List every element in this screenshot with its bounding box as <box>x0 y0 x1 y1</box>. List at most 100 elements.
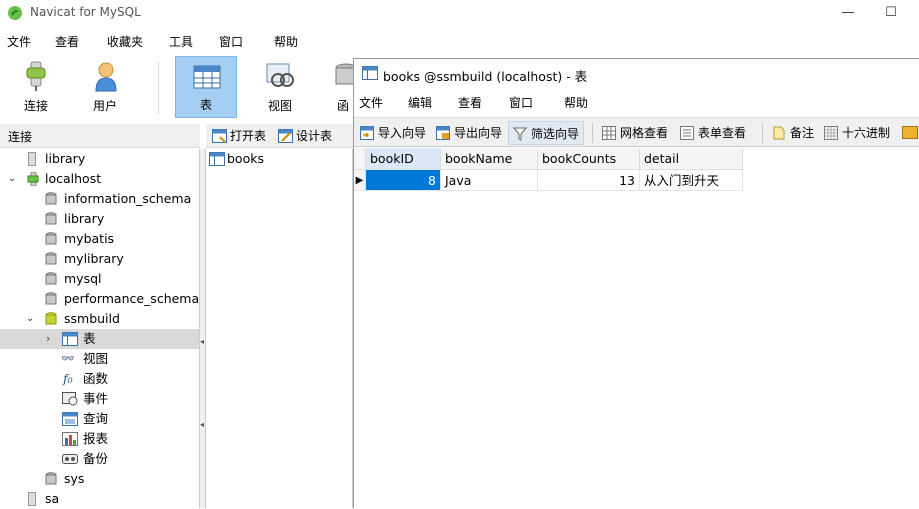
tree-item-label: sa <box>45 491 60 506</box>
table-button[interactable]: 表 <box>175 56 237 118</box>
object-toolbar: 打开表 设计表 <box>206 124 353 148</box>
design-table-label: 设计表 <box>296 129 333 143</box>
tree-item-views[interactable]: 👓 视图 <box>0 349 199 369</box>
menu-help[interactable]: 帮助 <box>274 33 298 50</box>
column-header-bookid[interactable]: bookID <box>366 148 441 170</box>
tree-item-db-information-schema[interactable]: information_schema <box>0 189 199 209</box>
menu-file[interactable]: 文件 <box>7 33 31 50</box>
table-icon <box>62 332 78 346</box>
connection-icon <box>28 152 36 166</box>
user-button[interactable]: 用户 <box>74 56 136 118</box>
view-button[interactable]: 视图 <box>249 56 311 118</box>
row-pointer-icon[interactable]: ▶ <box>354 170 366 191</box>
form-icon <box>680 126 694 140</box>
tree-item-library-connection[interactable]: library <box>0 149 199 169</box>
import-wizard-button[interactable]: 导入向导 <box>356 121 426 145</box>
tree-item-db-mybatis[interactable]: mybatis <box>0 229 199 249</box>
tree-item-events[interactable]: 事件 <box>0 389 199 409</box>
tree-item-db-library[interactable]: library <box>0 209 199 229</box>
cell-detail[interactable]: 从入门到升天 <box>640 170 743 191</box>
tree-item-label: 报表 <box>83 431 109 446</box>
export-wizard-label: 导出向导 <box>454 126 503 140</box>
database-open-icon <box>45 312 57 325</box>
object-item-books[interactable]: books <box>207 149 352 169</box>
tree-item-label: information_schema <box>64 191 192 206</box>
hex-button[interactable]: 十六进制 <box>820 121 890 145</box>
tree-item-sa-connection[interactable]: sa <box>0 489 199 509</box>
tree-item-queries[interactable]: 查询 <box>0 409 199 429</box>
menu-view[interactable]: 查看 <box>55 33 79 50</box>
tree-item-db-ssmbuild[interactable]: ⌄ ssmbuild <box>0 309 199 329</box>
app-title: Navicat for MySQL <box>30 5 141 19</box>
open-table-button[interactable]: 打开表 <box>210 127 266 145</box>
image-icon[interactable] <box>902 126 918 139</box>
child-menubar: 文件 编辑 查看 窗口 帮助 <box>354 91 919 113</box>
minimize-button[interactable]: — <box>825 0 871 26</box>
chevron-down-icon[interactable]: ⌄ <box>8 169 16 189</box>
cell-bookname[interactable]: Java <box>441 170 538 191</box>
database-icon <box>45 292 57 305</box>
tree-item-db-mysql[interactable]: mysql <box>0 269 199 289</box>
cell-bookid[interactable]: 8 <box>366 170 441 191</box>
tree-item-localhost[interactable]: ⌄ localhost <box>0 169 199 189</box>
connection-icon <box>28 492 36 506</box>
child-toolbar: 导入向导 导出向导 筛选向导 网格查看 表单查看 备注 十六进制 <box>354 117 919 147</box>
menu-file[interactable]: 文件 <box>359 94 383 111</box>
tree-item-backups[interactable]: 备份 <box>0 449 199 469</box>
menu-help[interactable]: 帮助 <box>564 94 588 111</box>
menu-edit[interactable]: 编辑 <box>408 94 432 111</box>
filter-icon <box>513 127 527 141</box>
form-view-button[interactable]: 表单查看 <box>676 121 746 145</box>
chevron-right-icon[interactable]: › <box>46 329 50 349</box>
database-icon <box>45 232 57 245</box>
menu-favorites[interactable]: 收藏夹 <box>107 33 143 50</box>
column-header-bookname[interactable]: bookName <box>441 148 538 170</box>
menu-window[interactable]: 窗口 <box>219 33 243 50</box>
design-table-button[interactable]: 设计表 <box>276 127 332 145</box>
grid-view-button[interactable]: 网格查看 <box>598 121 668 145</box>
menu-tools[interactable]: 工具 <box>169 33 193 50</box>
export-wizard-button[interactable]: 导出向导 <box>432 121 502 145</box>
filter-wizard-button[interactable]: 筛选向导 <box>508 121 585 145</box>
collapse-arrow-icon[interactable]: ◂ <box>200 420 204 429</box>
tree-item-tables[interactable]: › 表 <box>0 329 199 349</box>
cell-bookcounts[interactable]: 13 <box>538 170 640 191</box>
tree-item-label: sys <box>64 471 85 486</box>
database-icon <box>45 192 57 205</box>
tree-item-label: 视图 <box>83 351 109 366</box>
tree-item-db-performance-schema[interactable]: performance_schema <box>0 289 199 309</box>
table-icon <box>209 152 225 166</box>
connection-tree: library ⌄ localhost information_schema l… <box>0 149 199 508</box>
tree-item-label: 备份 <box>83 451 109 466</box>
function-button[interactable]: 函 <box>318 56 353 118</box>
tree-item-functions[interactable]: f₀ 函数 <box>0 369 199 389</box>
maximize-button[interactable]: ☐ <box>868 0 914 26</box>
child-window-title: books @ssmbuild (localhost) - 表 <box>383 69 588 84</box>
pane-splitter[interactable]: ◂ ◂ <box>199 149 206 508</box>
design-table-icon <box>278 129 293 143</box>
connect-button[interactable]: 连接 <box>5 56 67 118</box>
menu-view[interactable]: 查看 <box>458 94 482 111</box>
column-header-bookcounts[interactable]: bookCounts <box>538 148 640 170</box>
collapse-arrow-icon[interactable]: ◂ <box>200 337 204 346</box>
main-menubar: 文件 查看 收藏夹 工具 窗口 帮助 <box>0 30 919 52</box>
memo-label: 备注 <box>790 126 815 140</box>
user-label: 用户 <box>92 99 117 113</box>
database-icon <box>45 472 57 485</box>
event-icon <box>62 392 78 406</box>
import-wizard-label: 导入向导 <box>378 126 427 140</box>
memo-button[interactable]: 备注 <box>768 121 814 145</box>
query-icon <box>62 412 78 426</box>
menu-window[interactable]: 窗口 <box>509 94 533 111</box>
database-icon <box>45 272 57 285</box>
chevron-down-icon[interactable]: ⌄ <box>26 309 34 329</box>
column-header-detail[interactable]: detail <box>640 148 743 170</box>
connect-label: 连接 <box>23 99 48 113</box>
toolbar-separator <box>592 123 593 143</box>
tree-item-reports[interactable]: 报表 <box>0 429 199 449</box>
tree-item-label: library <box>45 151 86 166</box>
table-label: 表 <box>199 98 212 112</box>
tree-item-db-sys[interactable]: sys <box>0 469 199 489</box>
open-table-label: 打开表 <box>230 129 267 143</box>
tree-item-db-mylibrary[interactable]: mylibrary <box>0 249 199 269</box>
